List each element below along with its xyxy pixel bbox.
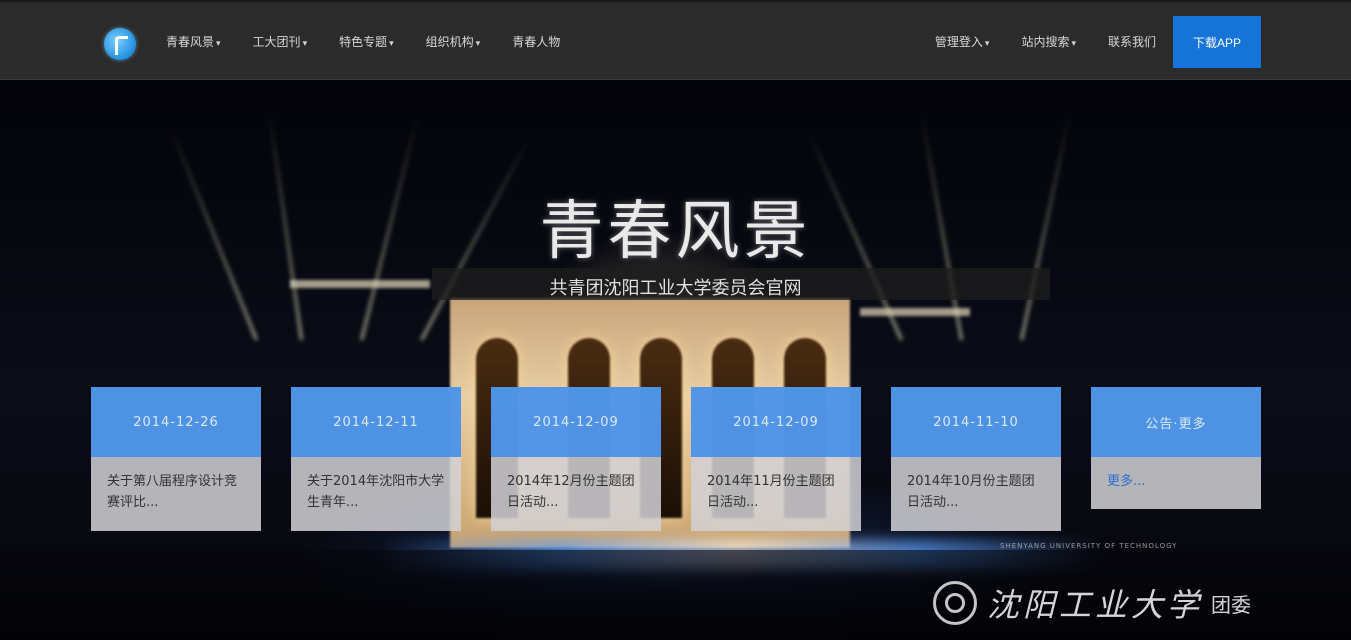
more-notices-card[interactable]: 公告·更多 更多... <box>1091 387 1261 509</box>
card-date: 2014-12-11 <box>291 387 461 457</box>
university-unit: 团委 <box>1211 592 1252 617</box>
notice-card[interactable]: 2014-12-11 关于2014年沈阳市大学生青年... <box>291 387 461 531</box>
notice-card[interactable]: 2014-12-09 2014年11月份主题团日活动... <box>691 387 861 531</box>
card-date: 2014-11-10 <box>891 387 1061 457</box>
university-name: 沈阳工业大学 <box>987 586 1204 624</box>
secondary-nav: 管理登入 ▾ 站内搜索 ▾ 联系我们 <box>903 34 1158 52</box>
primary-nav: 青春风景 ▾ 工大团刊 ▾ 特色专题 ▾ 组织机构 ▾ 青春人物 <box>166 34 594 52</box>
nav-label: 特色专题 <box>339 35 388 49</box>
card-date: 2014-12-09 <box>691 387 861 457</box>
chevron-down-icon: ▾ <box>1071 39 1076 49</box>
download-app-button[interactable]: 下载APP <box>1173 16 1261 68</box>
chevron-down-icon: ▾ <box>389 39 394 49</box>
university-logo: 沈阳工业大学 团委 <box>933 580 1251 626</box>
nav-item-journal[interactable]: 工大团刊 ▾ <box>253 34 308 52</box>
hero-subtitle: 共青团沈阳工业大学委员会官网 <box>549 278 802 299</box>
card-date: 2014-12-26 <box>91 387 261 457</box>
nav-label: 青春风景 <box>166 35 215 49</box>
nav-item-topics[interactable]: 特色专题 ▾ <box>339 34 394 52</box>
card-header: 公告·更多 <box>1091 387 1261 457</box>
chevron-down-icon: ▾ <box>475 39 481 49</box>
nav-label: 青春人物 <box>512 35 561 49</box>
nav-label: 组织机构 <box>425 35 474 49</box>
card-title: 2014年10月份主题团日活动... <box>907 474 1035 510</box>
card-title: 2014年11月份主题团日活动... <box>707 474 835 510</box>
top-navigation-bar: 青春风景 ▾ 工大团刊 ▾ 特色专题 ▾ 组织机构 ▾ 青春人物 管理登入 ▾ 站内搜索 ▾… <box>0 0 1351 80</box>
nav-item-organization[interactable]: 组织机构 ▾ <box>426 34 481 52</box>
nav-item-login[interactable]: 管理登入 ▾ <box>935 34 990 52</box>
site-logo-icon[interactable] <box>104 28 136 60</box>
university-seal-icon <box>933 581 977 625</box>
notice-cards: 2014-12-26 关于第八届程序设计竞赛评比... 2014-12-11 关… <box>91 387 1261 531</box>
nav-label: 联系我们 <box>1107 35 1156 49</box>
nav-item-youth-scenery[interactable]: 青春风景 ▾ <box>166 34 221 52</box>
nav-item-search[interactable]: 站内搜索 ▾ <box>1021 34 1076 52</box>
card-title: 关于第八届程序设计竞赛评比... <box>107 474 238 510</box>
stage-truss <box>860 308 970 316</box>
nav-label: 管理登入 <box>934 35 983 49</box>
notice-card[interactable]: 2014-12-09 2014年12月份主题团日活动... <box>491 387 661 531</box>
chevron-down-icon: ▾ <box>216 39 221 49</box>
hero-banner: 青春风景 共青团沈阳工业大学委员会官网 2014-12-26 关于第八届程序设计… <box>0 80 1351 640</box>
card-title: 2014年12月份主题团日活动... <box>507 474 635 510</box>
nav-label: 站内搜索 <box>1021 35 1070 49</box>
notice-card[interactable]: 2014-12-26 关于第八届程序设计竞赛评比... <box>91 387 261 531</box>
university-english-name: SHENYANG UNIVERSITY OF TECHNOLOGY <box>1000 542 1178 550</box>
chevron-down-icon: ▾ <box>302 39 308 49</box>
nav-item-contact[interactable]: 联系我们 <box>1108 34 1158 52</box>
hero-title: 青春风景 <box>539 195 812 269</box>
notice-card[interactable]: 2014-11-10 2014年10月份主题团日活动... <box>891 387 1061 531</box>
card-title: 关于2014年沈阳市大学生青年... <box>307 474 445 510</box>
card-date: 2014-12-09 <box>491 387 661 457</box>
nav-item-people[interactable]: 青春人物 <box>512 34 562 52</box>
chevron-down-icon: ▾ <box>984 39 990 49</box>
nav-label: 工大团刊 <box>252 35 301 49</box>
more-link[interactable]: 更多... <box>1091 457 1261 492</box>
